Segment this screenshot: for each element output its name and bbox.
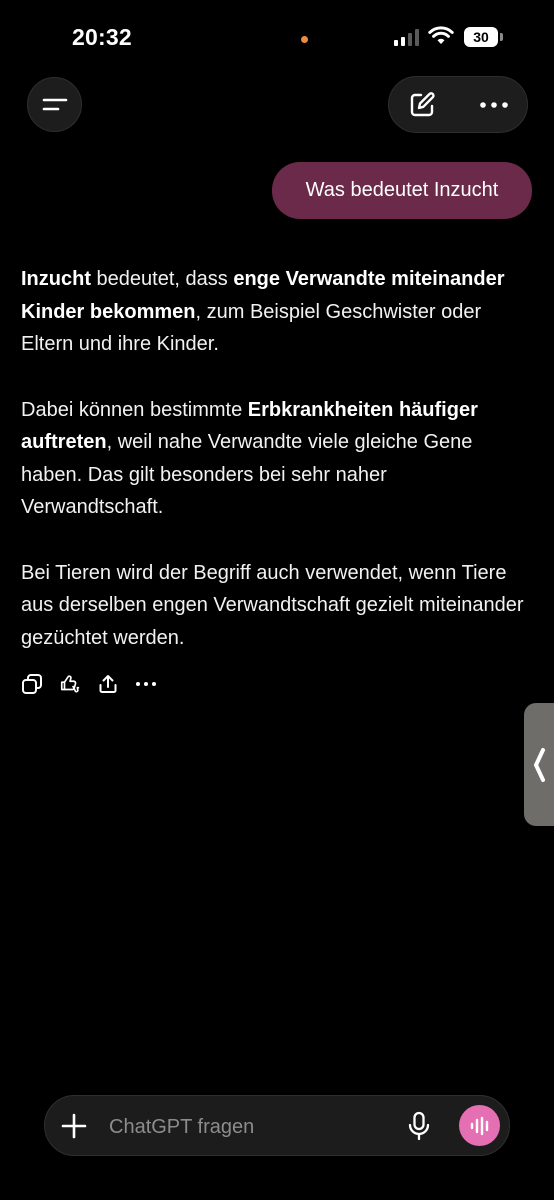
thumbs-icon: [60, 675, 80, 693]
more-options-button[interactable]: [475, 86, 513, 124]
battery-cap: [500, 33, 503, 41]
feedback-button[interactable]: [59, 673, 81, 695]
compose-icon: [410, 92, 435, 117]
more-dots-icon: [480, 102, 508, 108]
share-icon: [99, 675, 117, 693]
reply-paragraph-1: Inzucht bedeutet, dass enge Verwandte mi…: [21, 263, 533, 361]
status-time: 20:32: [72, 24, 132, 50]
sidebar-menu-button[interactable]: [27, 77, 82, 132]
copy-icon: [22, 674, 42, 694]
attach-button[interactable]: [59, 1111, 89, 1141]
dictation-button[interactable]: [403, 1110, 435, 1142]
share-button[interactable]: [97, 673, 119, 695]
reply-text: Dabei können bestimmte: [21, 398, 248, 421]
reply-paragraph-3: Bei Tieren wird der Begriff auch verwend…: [21, 557, 533, 655]
copy-button[interactable]: [21, 673, 43, 695]
voice-waveform-icon: [470, 1116, 488, 1135]
battery-indicator: 30: [464, 27, 498, 47]
cellular-signal-icon: [394, 28, 419, 46]
recording-indicator-dot: [301, 36, 308, 43]
side-panel-handle[interactable]: [524, 703, 554, 826]
bold-term: Inzucht: [21, 268, 91, 290]
reply-text: Bei Tieren wird der Begriff auch verwend…: [21, 561, 524, 649]
menu-icon: [42, 98, 67, 110]
reply-paragraph-2: Dabei können bestimmte Erbkrankheiten hä…: [21, 394, 533, 524]
more-actions-button[interactable]: [135, 673, 157, 695]
reply-text: bedeutet, dass: [91, 268, 234, 290]
chat-input[interactable]: [107, 1110, 391, 1144]
plus-icon: [61, 1113, 87, 1139]
message-composer: [44, 1095, 510, 1156]
wifi-icon: [428, 26, 454, 44]
message-actions: [21, 673, 157, 695]
user-message-bubble: Was bedeutet Inzucht: [272, 162, 532, 219]
header-actions: [388, 76, 528, 133]
voice-mode-button[interactable]: [459, 1105, 500, 1146]
new-chat-button[interactable]: [403, 86, 441, 124]
more-dots-icon: [136, 682, 156, 686]
chevron-left-icon: [534, 747, 545, 782]
microphone-icon: [408, 1111, 430, 1141]
assistant-message: Inzucht bedeutet, dass enge Verwandte mi…: [21, 263, 533, 687]
